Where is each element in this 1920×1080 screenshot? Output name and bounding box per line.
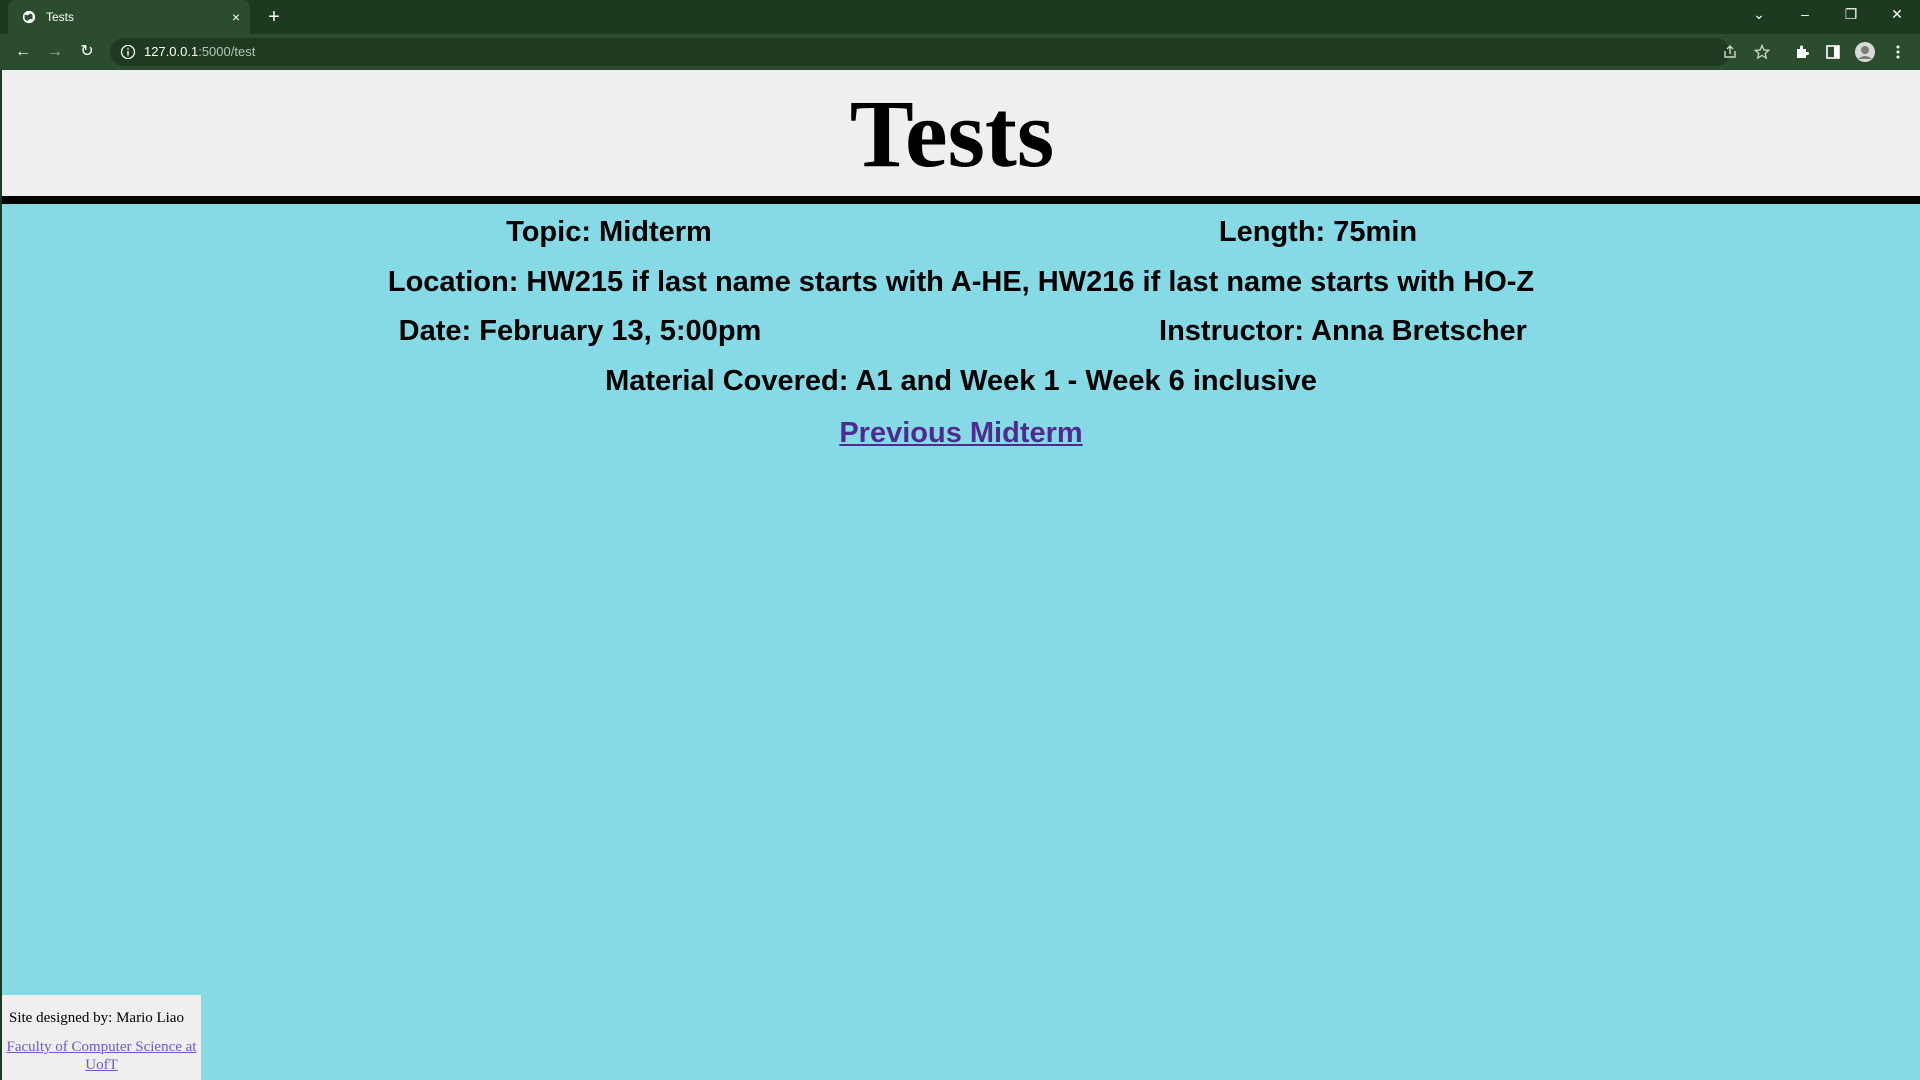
restore-button[interactable]: ❐: [1828, 0, 1874, 30]
close-window-button[interactable]: ✕: [1874, 0, 1920, 30]
globe-icon: [22, 10, 36, 24]
page-title: Tests: [849, 80, 1055, 187]
share-icon[interactable]: [1718, 40, 1742, 64]
minimize-button[interactable]: –: [1782, 0, 1828, 30]
topic-text: Topic: Midterm: [506, 216, 712, 248]
tab-title: Tests: [46, 10, 75, 24]
instructor-text: Instructor: Anna Bretscher: [1159, 315, 1527, 347]
tab-search-icon[interactable]: ⌄: [1736, 0, 1782, 30]
info-icon[interactable]: [120, 44, 136, 60]
designer-credit: Site designed by: Mario Liao: [9, 1010, 184, 1026]
profile-avatar[interactable]: [1853, 40, 1877, 64]
tab-close-icon[interactable]: ×: [222, 9, 250, 25]
url-text: 127.0.0.1:5000/test: [144, 44, 255, 59]
page-header: Tests: [0, 70, 1920, 204]
url-path: :5000/test: [198, 44, 256, 59]
back-button[interactable]: ←: [11, 40, 35, 64]
url-host: 127.0.0.1: [144, 44, 199, 59]
browser-toolbar: ← → ↻ 127.0.0.1:5000/test: [0, 34, 1920, 70]
page-content: Tests Topic: Midterm Length: 75min Locat…: [0, 70, 1920, 1080]
forward-button[interactable]: →: [43, 40, 67, 64]
reload-button[interactable]: ↻: [75, 40, 99, 64]
window-left-border: [0, 70, 2, 1080]
faculty-link[interactable]: Faculty of Computer Science at UofT: [2, 1038, 201, 1074]
browser-tab-strip: Tests × + ⌄ – ❐ ✕: [0, 0, 1920, 34]
bookmark-star-icon[interactable]: [1750, 40, 1774, 64]
browser-tab-tests[interactable]: Tests ×: [8, 0, 250, 34]
menu-kebab-icon[interactable]: [1886, 40, 1910, 64]
location-text: Location: HW215 if last name starts with…: [387, 266, 1535, 298]
site-footer: Site designed by: Mario Liao Faculty of …: [2, 995, 201, 1080]
extensions-icon[interactable]: [1790, 40, 1814, 64]
new-tab-button[interactable]: +: [262, 5, 286, 29]
date-text: Date: February 13, 5:00pm: [398, 315, 762, 347]
previous-midterm-link[interactable]: Previous Midterm: [839, 416, 1082, 450]
material-text: Material Covered: A1 and Week 1 - Week 6…: [605, 365, 1317, 397]
address-bar[interactable]: 127.0.0.1:5000/test: [110, 38, 1730, 66]
length-text: Length: 75min: [1218, 216, 1418, 248]
side-panel-icon[interactable]: [1821, 40, 1845, 64]
